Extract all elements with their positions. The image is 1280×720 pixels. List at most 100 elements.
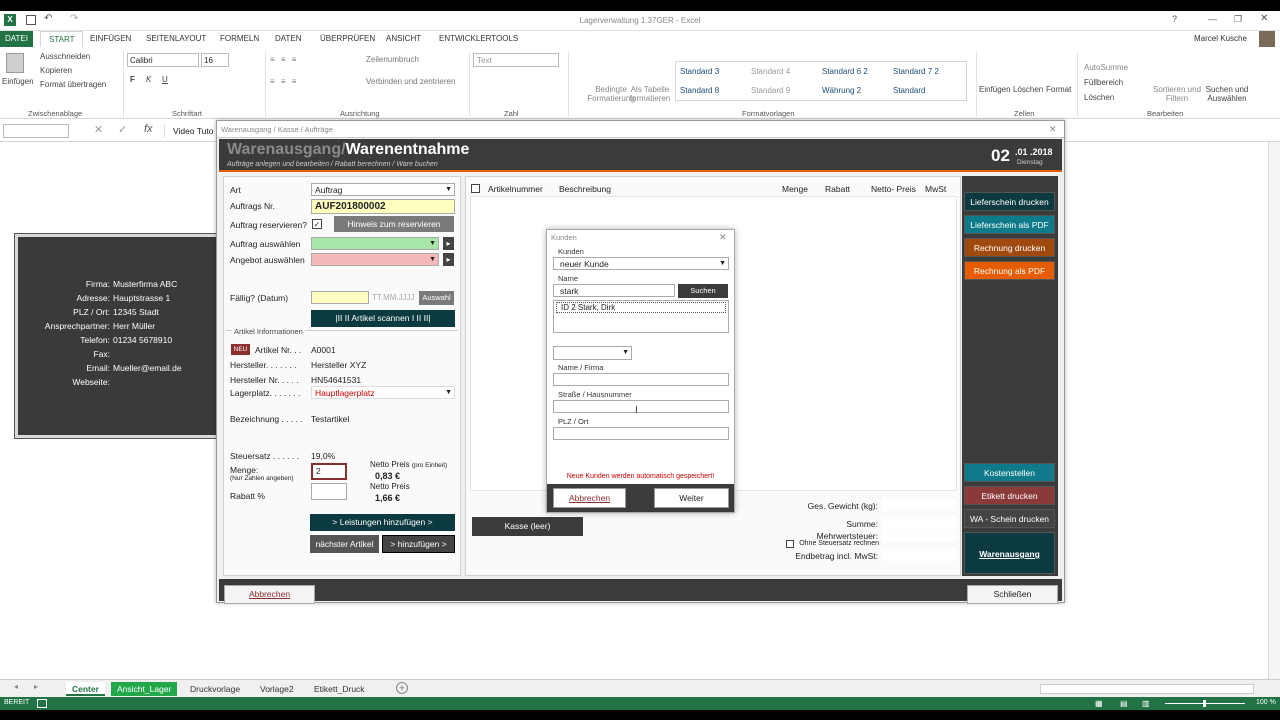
fx-icon[interactable]: fx (144, 123, 153, 135)
scrollbar-vertical[interactable] (1268, 142, 1280, 679)
macro-record-icon[interactable] (37, 699, 47, 708)
sheet-tab-etikett-druck[interactable]: Etikett_Druck (308, 682, 371, 696)
col-net-price[interactable]: Netto- Preis (871, 184, 916, 194)
tab-formeln[interactable]: FORMELN (220, 34, 259, 43)
invoice-pdf-button[interactable]: Rechnung als PDF (964, 261, 1055, 280)
merge-button[interactable]: Verbinden und zentrieren (366, 77, 455, 86)
no-vat-checkbox[interactable] (786, 540, 794, 548)
goods-issue-button[interactable]: Warenausgang (964, 532, 1055, 574)
tab-datei[interactable]: DATEI (0, 31, 33, 47)
form-close-icon[interactable]: ✕ (1049, 124, 1057, 135)
font-name-select[interactable]: Calibri (127, 53, 199, 67)
col-article-nr[interactable]: Artikelnummer (488, 184, 543, 194)
tab-ansicht[interactable]: ANSICHT (386, 34, 421, 43)
name-box[interactable] (3, 124, 69, 138)
due-date-field[interactable] (311, 291, 369, 304)
select-all-checkbox[interactable] (471, 184, 480, 193)
select-order-go-icon[interactable]: ▸ (443, 237, 454, 250)
cost-centers-button[interactable]: Kostenstellen (964, 463, 1055, 482)
col-description[interactable]: Beschreibung (559, 184, 611, 194)
style-item[interactable]: Standard 9 (747, 82, 790, 100)
styles-gallery[interactable]: Standard 3 Standard 4 Standard 6 2 Stand… (675, 61, 967, 101)
find-select-button[interactable]: Suchen und Auswählen (1200, 85, 1254, 103)
delivery-note-pdf-button[interactable]: Lieferschein als PDF (964, 215, 1055, 234)
chevron-down-icon[interactable]: ▼ (445, 184, 452, 196)
dialog-close-icon[interactable]: ✕ (719, 232, 727, 243)
add-services-button[interactable]: > Leistungen hinzufügen > (310, 514, 455, 531)
help-icon[interactable]: ? (1172, 14, 1177, 24)
style-item[interactable]: Standard (889, 82, 925, 100)
tab-start[interactable]: START (40, 31, 84, 47)
italic-button[interactable]: K (146, 75, 151, 84)
wrap-text-button[interactable]: Zeilenumbruch (366, 55, 419, 64)
close-icon[interactable]: ✕ (1260, 13, 1268, 24)
style-item[interactable]: Standard 3 (676, 63, 719, 81)
delete-cells-button[interactable]: Löschen (1013, 85, 1043, 94)
bold-button[interactable]: F (130, 75, 135, 84)
select-offer-field[interactable]: ▼ (311, 253, 439, 266)
style-item[interactable]: Standard 6 2 (818, 63, 868, 81)
dialog-next-button[interactable]: Weiter (654, 488, 729, 508)
align-icons-2[interactable]: ≡ ≡ ≡ (270, 77, 298, 86)
reserve-checkbox[interactable]: ✓ (312, 219, 322, 229)
format-cells-button[interactable]: Format (1046, 85, 1071, 94)
maximize-icon[interactable]: ❐ (1234, 14, 1242, 25)
col-vat[interactable]: MwSt (925, 184, 946, 194)
style-item[interactable]: Standard 4 (747, 63, 790, 81)
col-qty[interactable]: Menge (782, 184, 808, 194)
customers-select[interactable]: neuer Kunde ▼ (553, 257, 729, 270)
insert-cells-button[interactable]: Einfügen (979, 85, 1011, 94)
cancel-icon[interactable]: ✕ (94, 123, 103, 136)
sheet-tab-druckvorlage[interactable]: Druckvorlage (184, 682, 246, 696)
style-item[interactable]: Standard 7 2 (889, 63, 939, 81)
copy-button[interactable]: Kopieren (40, 66, 72, 75)
close-button[interactable]: Schließen (967, 585, 1058, 604)
paste-icon[interactable] (6, 53, 24, 73)
dialog-cancel-button[interactable]: Abbrechen (553, 488, 626, 508)
chevron-down-icon[interactable]: ▼ (445, 387, 452, 399)
chevron-down-icon[interactable]: ▼ (719, 258, 726, 270)
zoom-level[interactable]: 100 % (1256, 699, 1276, 706)
name-input[interactable]: stark (553, 284, 675, 297)
col-discount[interactable]: Rabatt (825, 184, 850, 194)
new-article-button[interactable]: NEU (231, 344, 250, 355)
select-order-field[interactable]: ▼ (311, 237, 439, 250)
tab-scroll-right-icon[interactable]: ▸ (34, 682, 38, 691)
style-item[interactable]: Währung 2 (818, 82, 861, 100)
tab-ueberpruefen[interactable]: ÜBERPRÜFEN (320, 34, 375, 43)
fill-button[interactable]: Füllbereich (1084, 78, 1123, 87)
cancel-button[interactable]: Abbrechen (224, 585, 315, 604)
next-article-button[interactable]: nächster Artikel (310, 535, 379, 553)
qty-field[interactable]: 2 (311, 463, 347, 480)
print-delivery-note-button[interactable]: Lieferschein drucken (964, 192, 1055, 211)
print-label-button[interactable]: Etikett drucken (964, 486, 1055, 505)
sheet-tab-vorlage2[interactable]: Vorlage2 (254, 682, 300, 696)
minimize-icon[interactable]: — (1208, 14, 1217, 24)
confirm-icon[interactable]: ✓ (118, 123, 127, 136)
align-icons[interactable]: ≡ ≡ ≡ (270, 55, 298, 64)
tab-entwicklertools[interactable]: ENTWICKLERTOOLS (439, 34, 518, 43)
format-painter-button[interactable]: Format übertragen (40, 80, 106, 89)
list-item[interactable]: ID 2 Stark, Dirk (556, 302, 726, 313)
style-item[interactable]: Standard 8 (676, 82, 719, 100)
print-wa-slip-button[interactable]: WA - Schein drucken (964, 509, 1055, 528)
sheet-tab-center[interactable]: Center (66, 682, 105, 696)
chevron-down-icon[interactable]: ▼ (429, 238, 436, 250)
due-select-button[interactable]: Auswahl (419, 291, 454, 305)
underline-button[interactable]: U (162, 75, 168, 84)
select-offer-go-icon[interactable]: ▸ (443, 253, 454, 266)
tab-scroll-left-icon[interactable]: ◂ (14, 682, 18, 691)
sheet-tab-ansicht-lager[interactable]: Ansicht_Lager (111, 682, 178, 696)
order-nr-field[interactable]: AUF201800002 (311, 199, 455, 214)
street-input[interactable] (553, 400, 729, 413)
normal-view-icon[interactable]: ▦ (1095, 699, 1103, 708)
storage-place-select[interactable]: Hauptlagerplatz ▼ (311, 386, 455, 399)
chevron-down-icon[interactable]: ▼ (622, 347, 629, 359)
tab-daten[interactable]: DATEN (275, 34, 302, 43)
print-invoice-button[interactable]: Rechnung drucken (964, 238, 1055, 257)
discount-field[interactable] (311, 483, 347, 500)
page-layout-icon[interactable]: ▤ (1120, 699, 1128, 708)
search-results-list[interactable]: ID 2 Stark, Dirk (553, 300, 729, 333)
city-input[interactable] (553, 427, 729, 440)
add-article-button[interactable]: > hinzufügen > (382, 535, 455, 553)
